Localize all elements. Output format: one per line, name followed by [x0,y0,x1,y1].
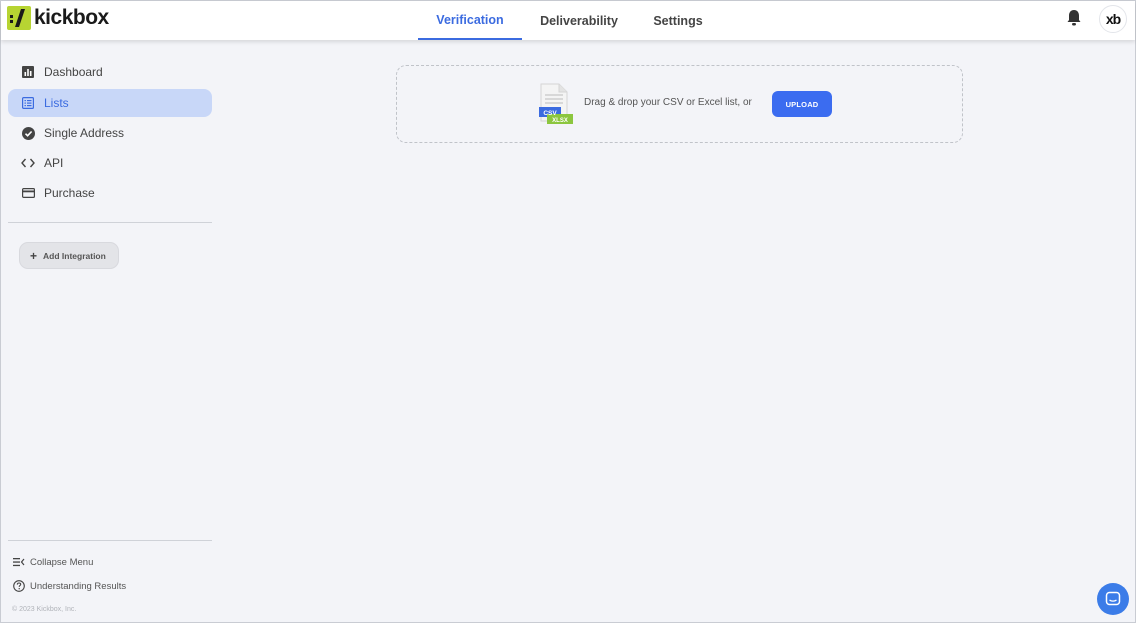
credit-card-icon [21,186,35,200]
collapse-menu-icon [13,556,25,568]
understanding-results-label: Understanding Results [30,580,127,592]
sidebar-item-lists[interactable]: Lists [8,89,212,117]
bell-icon[interactable] [1066,9,1082,27]
sidebar-item-label: API [44,156,64,170]
sidebar-divider [8,222,212,223]
sidebar-item-label: Purchase [44,186,95,200]
dropzone-instructions: Drag & drop your CSV or Excel list, or [584,97,752,108]
logo-mark-icon [7,6,31,30]
check-circle-icon [21,126,35,140]
chat-launcher-button[interactable] [1097,583,1129,615]
tab-verification[interactable]: Verification [418,1,522,40]
collapse-menu-button[interactable]: Collapse Menu [13,555,93,569]
avatar[interactable]: xb [1099,5,1127,33]
add-integration-button[interactable]: + Add Integration [19,242,119,269]
sidebar-item-label: Lists [44,96,69,110]
chart-icon [21,65,35,79]
sidebar-item-single-address[interactable]: Single Address [8,119,212,147]
csv-label: CSV [543,110,557,117]
xlsx-label: XLSX [552,118,568,124]
spreadsheet-file-icon: CSV XLSX [538,83,574,125]
sidebar-item-purchase[interactable]: Purchase [8,179,212,207]
sidebar-divider [8,540,212,541]
code-icon [21,156,35,170]
collapse-menu-label: Collapse Menu [30,556,94,568]
sidebar-item-dashboard[interactable]: Dashboard [8,58,212,86]
tab-deliverability[interactable]: Deliverability [522,1,636,40]
sidebar-item-label: Dashboard [44,65,103,79]
upload-button[interactable]: UPLOAD [772,91,832,117]
logo-text: kickbox [34,6,109,29]
kickbox-logo[interactable]: kickbox [7,6,109,30]
list-icon [21,96,35,110]
top-header: kickbox Verification Deliverability Sett… [1,1,1135,40]
main-nav: Verification Deliverability Settings [418,1,720,40]
add-integration-label: Add Integration [43,250,106,261]
help-circle-icon [13,580,25,592]
chat-icon [1105,591,1121,606]
copyright-text: © 2023 Kickbox, Inc. [12,606,77,613]
sidebar-item-label: Single Address [44,126,125,140]
tab-settings[interactable]: Settings [636,1,720,40]
sidebar: Dashboard Lists Single Address API Purch… [1,40,213,622]
sidebar-item-api[interactable]: API [8,149,212,177]
file-dropzone[interactable]: CSV XLSX Drag & drop your CSV or Excel l… [396,65,963,143]
plus-icon: + [30,248,38,263]
understanding-results-link[interactable]: Understanding Results [13,579,126,593]
